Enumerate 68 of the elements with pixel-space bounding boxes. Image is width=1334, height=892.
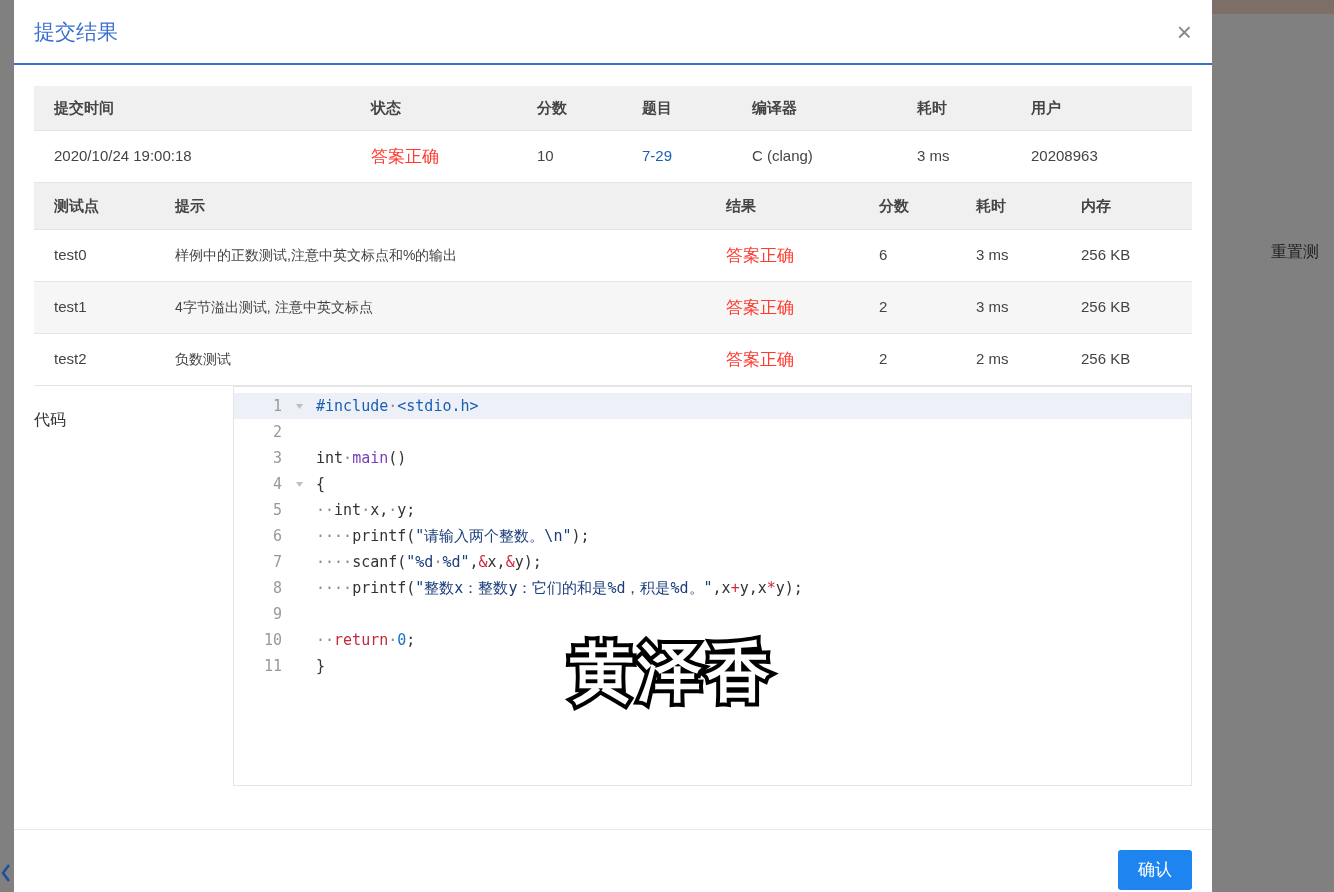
table-cell: 答案正确 [726,245,794,265]
line-number: 4 [272,474,282,493]
fold-arrow-icon[interactable] [295,481,303,487]
line-number: 5 [272,500,282,519]
code-line: int·main() [316,447,407,469]
close-button[interactable]: × [1176,18,1192,45]
line-number: 2 [272,422,282,441]
code-label: 代码 [34,411,66,428]
column-header: 结果 [726,196,756,214]
code-line: ····scanf("%d·%d",&x,&y); [316,551,542,573]
column-header: 提示 [175,196,205,214]
line-number: 6 [272,526,282,545]
code-line: ····printf("请输入两个整数。\n"); [316,525,590,547]
line-number: 9 [272,604,282,623]
table-cell: 样例中的正数测试,注意中英文标点和%的输出 [175,247,458,264]
code-line: ····printf("整数x：整数y：它们的和是%d，积是%d。",x+y,x*y); [316,577,803,599]
line-number: 1 [272,396,282,415]
column-header: 用户 [1031,98,1061,116]
table-cell: 4字节溢出测试, 注意中英文标点 [175,299,373,316]
chevron-left-icon[interactable] [1,864,11,882]
code-line: ··return·0; [316,629,416,651]
column-header: 状态 [371,98,401,116]
table-cell: 3 ms [976,246,1009,264]
column-header: 题目 [642,98,672,116]
table-cell: 答案正确 [726,349,794,369]
code-line: #include·<stdio.h> [316,395,479,417]
table-cell: 6 [879,246,888,264]
dialog-title: 提交结果 [34,18,118,45]
table-cell: 答案正确 [371,146,439,166]
column-header: 测试点 [54,196,99,214]
table-cell: 20208963 [1031,147,1098,165]
table-cell: test1 [54,298,87,316]
column-header: 分数 [879,196,909,214]
table-cell: 256 KB [1081,298,1131,316]
line-number: 7 [272,552,282,571]
code-line: ··int·x,·y; [316,499,416,521]
code-line: { [316,473,326,495]
table-cell: 答案正确 [726,297,794,317]
table-cell: 256 KB [1081,246,1131,264]
column-header: 耗时 [917,98,947,116]
code-editor[interactable]: 1 #include·<stdio.h> 2 3 int·main() 4 { 5 ··int·x,·y; 6 ····printf("请输入两个整数。\n"); 7 ····scanf("%d·%d",&x,&y); 8 ····printf("整数x：整数y：它们的和是%d，积是%d。",x+y,x*y); 9 10 ··return·0; 11 } 黄泽香 [233,386,1192,786]
table-cell: 负数测试 [175,351,231,368]
background-text: 重置测 [1271,243,1319,260]
table-cell: 256 KB [1081,350,1131,368]
column-header: 提交时间 [54,98,114,116]
code-line: } [316,655,326,677]
column-header: 内存 [1081,196,1111,214]
fold-arrow-icon[interactable] [295,403,303,409]
table-cell: 2020/10/24 19:00:18 [54,147,192,165]
confirm-button[interactable]: 确认 [1118,850,1192,890]
table-cell: 2 [879,298,888,316]
line-number: 8 [272,578,282,597]
table-cell: 3 ms [917,147,950,165]
line-number: 10 [263,630,282,649]
table-cell: test2 [54,350,87,368]
table-cell: test0 [54,246,87,264]
table-cell: 2 [879,350,888,368]
table-cell: C (clang) [752,147,813,165]
table-cell: 3 ms [976,298,1009,316]
column-header: 分数 [537,98,567,116]
overlay-caption: 黄泽香 [560,621,784,725]
table-cell: 10 [537,147,554,165]
line-number: 11 [263,656,282,675]
table-cell: 2 ms [976,350,1009,368]
problem-link[interactable]: 7-29 [642,147,673,165]
column-header: 编译器 [752,98,797,116]
line-number: 3 [272,448,282,467]
column-header: 耗时 [976,196,1006,214]
